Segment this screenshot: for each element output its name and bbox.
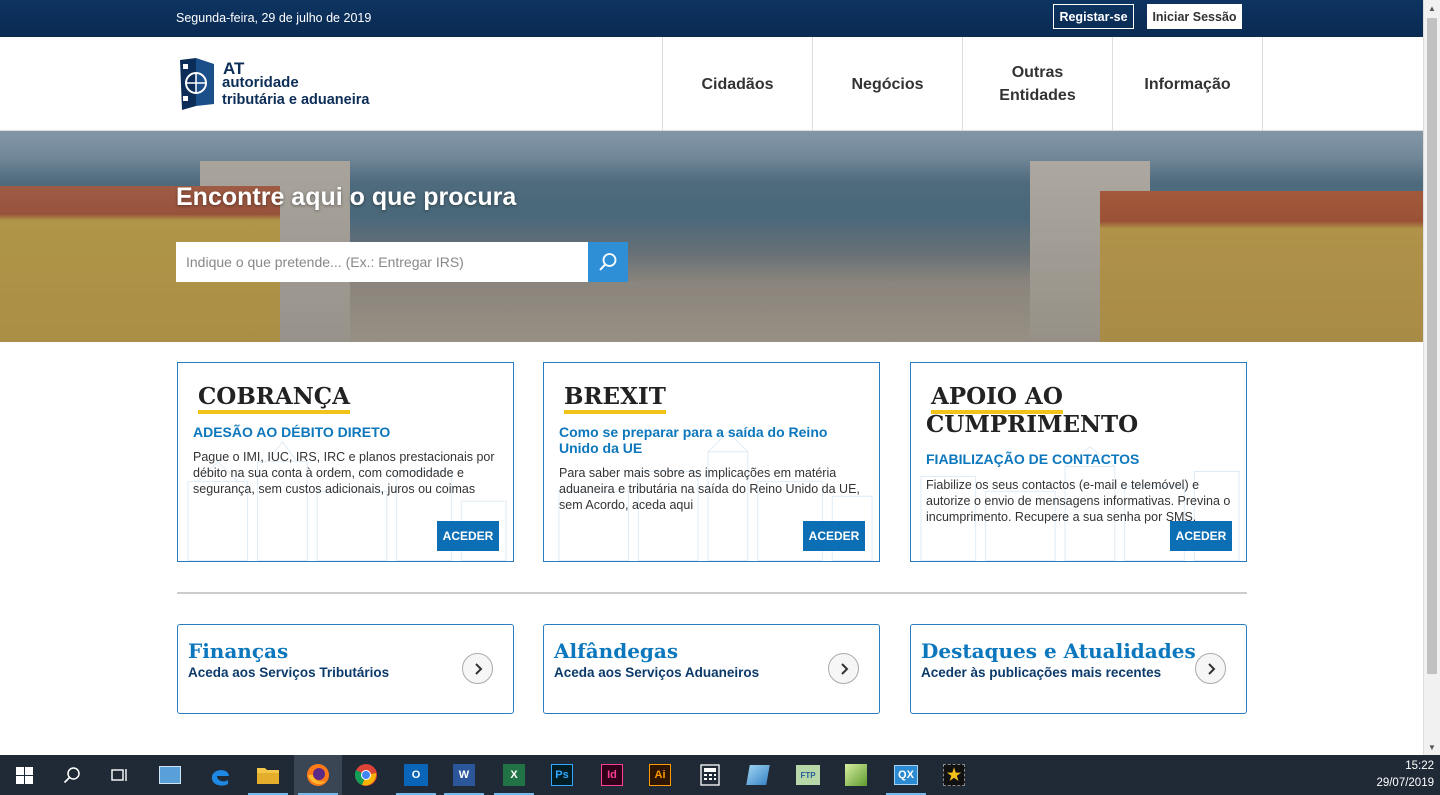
link-card-alfandegas[interactable]: Alfândegas Aceda aos Serviços Aduaneiros <box>543 624 880 714</box>
aceder-button[interactable]: ACEDER <box>437 521 499 551</box>
current-date: Segunda-feira, 29 de julho de 2019 <box>176 11 372 25</box>
card-heading: APOIO AO CUMPRIMENTO <box>926 383 1138 439</box>
card-apoio-cumprimento: APOIO AO CUMPRIMENTO FIABILIZAÇÃO DE CON… <box>910 362 1247 562</box>
chevron-right-icon[interactable] <box>828 653 859 684</box>
card-heading-line1: APOIO AO <box>931 383 1063 414</box>
image-viewer-icon[interactable] <box>832 755 880 795</box>
card-description: Para saber mais sobre as implicações em … <box>559 466 860 512</box>
card-description: Pague o IMI, IUC, IRS, IRC e planos pres… <box>193 450 495 496</box>
search-icon <box>599 253 617 271</box>
logo-autoridade: autoridade <box>222 74 299 91</box>
clock-time: 15:22 <box>1405 760 1434 772</box>
search-icon[interactable] <box>48 755 96 795</box>
hero-overlay <box>0 131 1423 342</box>
nav-item-outras-entidades-label: Outras Entidades <box>999 64 1076 104</box>
card-heading-line2: CUMPRIMENTO <box>926 411 1139 438</box>
chrome-icon[interactable] <box>342 755 390 795</box>
chevron-right-icon[interactable] <box>1195 653 1226 684</box>
card-cobranca: COBRANÇA ADESÃO AO DÉBITO DIRETO Pague o… <box>177 362 514 562</box>
top-bar: Segunda-feira, 29 de julho de 2019 Regis… <box>0 0 1423 37</box>
clock-date: 29/07/2019 <box>1376 777 1434 789</box>
section-divider <box>177 592 1247 594</box>
link-card-title: Destaques e Atualidades <box>921 639 1196 663</box>
browser-page: Segunda-feira, 29 de julho de 2019 Regis… <box>0 0 1423 755</box>
scroll-up-arrow-icon[interactable]: ▲ <box>1424 0 1440 16</box>
at-emblem-icon <box>180 58 214 110</box>
search-input[interactable] <box>176 242 588 282</box>
login-button[interactable]: Iniciar Sessão <box>1147 4 1242 29</box>
logo-tributaria: tributária e aduaneira <box>222 92 370 108</box>
hero-banner: Encontre aqui o que procura <box>0 131 1423 342</box>
link-card-financas[interactable]: Finanças Aceda aos Serviços Tributários <box>177 624 514 714</box>
card-subtitle: Como se preparar para a saída do Reino U… <box>559 424 828 456</box>
aceder-button[interactable]: ACEDER <box>803 521 865 551</box>
link-card-subtitle: Aceda aos Serviços Aduaneiros <box>554 665 760 680</box>
nav-item-negocios[interactable]: Negócios <box>813 37 963 131</box>
network-drive-icon[interactable] <box>146 755 194 795</box>
card-brexit: BREXIT Como se preparar para a saída do … <box>543 362 880 562</box>
card-heading-text: BREXIT <box>564 383 666 414</box>
link-card-destaques[interactable]: Destaques e Atualidades Aceder às public… <box>910 624 1247 714</box>
edge-icon[interactable] <box>196 755 244 795</box>
excel-icon[interactable]: X <box>490 755 538 795</box>
windows-start-icon[interactable] <box>0 755 48 795</box>
aceder-button[interactable]: ACEDER <box>1170 521 1232 551</box>
at-logo[interactable]: AT autoridade tributária e aduaneira <box>178 55 398 113</box>
star-app-icon[interactable]: ★ <box>930 755 978 795</box>
task-view-icon[interactable] <box>96 755 144 795</box>
main-nav: Cidadãos Negócios Outras Entidades Infor… <box>662 37 1263 131</box>
nav-item-outras-entidades[interactable]: Outras Entidades <box>963 37 1113 131</box>
windows-taskbar: O W X Ps Id Ai FTP QX ★ 15:22 29/07/2019 <box>0 755 1440 795</box>
app-blue-icon[interactable] <box>734 755 782 795</box>
system-clock[interactable]: 15:22 29/07/2019 <box>1376 758 1434 792</box>
scroll-down-arrow-icon[interactable]: ▼ <box>1424 739 1440 755</box>
nav-item-informacao[interactable]: Informação <box>1113 37 1263 131</box>
card-heading: COBRANÇA <box>198 383 350 414</box>
calculator-icon[interactable] <box>686 755 734 795</box>
firefox-icon[interactable] <box>294 755 342 795</box>
filezilla-icon[interactable]: FTP <box>784 755 832 795</box>
card-subtitle: ADESÃO AO DÉBITO DIRETO <box>193 424 391 440</box>
link-card-title: Finanças <box>188 639 289 663</box>
scroll-thumb[interactable] <box>1427 18 1437 674</box>
indesign-icon[interactable]: Id <box>588 755 636 795</box>
card-subtitle: FIABILIZAÇÃO DE CONTACTOS <box>926 451 1140 467</box>
file-explorer-icon[interactable] <box>244 755 292 795</box>
link-card-subtitle: Aceda aos Serviços Tributários <box>188 665 390 680</box>
illustrator-icon[interactable]: Ai <box>636 755 684 795</box>
qlik-icon[interactable]: QX <box>882 755 930 795</box>
register-button[interactable]: Registar-se <box>1053 4 1134 29</box>
chevron-right-icon[interactable] <box>462 653 493 684</box>
card-description: Fiabilize os seus contactos (e-mail e te… <box>926 478 1231 524</box>
word-icon[interactable]: W <box>440 755 488 795</box>
nav-item-cidadaos[interactable]: Cidadãos <box>663 37 813 131</box>
site-header: AT autoridade tributária e aduaneira Cid… <box>0 37 1423 131</box>
vertical-scrollbar[interactable]: ▲ ▼ <box>1423 0 1440 755</box>
search-button[interactable] <box>588 242 628 282</box>
photoshop-icon[interactable]: Ps <box>538 755 586 795</box>
link-card-title: Alfândegas <box>554 639 679 663</box>
hero-title: Encontre aqui o que procura <box>176 183 517 211</box>
link-card-subtitle: Aceder às publicações mais recentes <box>921 665 1162 680</box>
outlook-icon[interactable]: O <box>392 755 440 795</box>
card-heading-text: COBRANÇA <box>198 383 350 414</box>
card-heading: BREXIT <box>564 383 666 414</box>
